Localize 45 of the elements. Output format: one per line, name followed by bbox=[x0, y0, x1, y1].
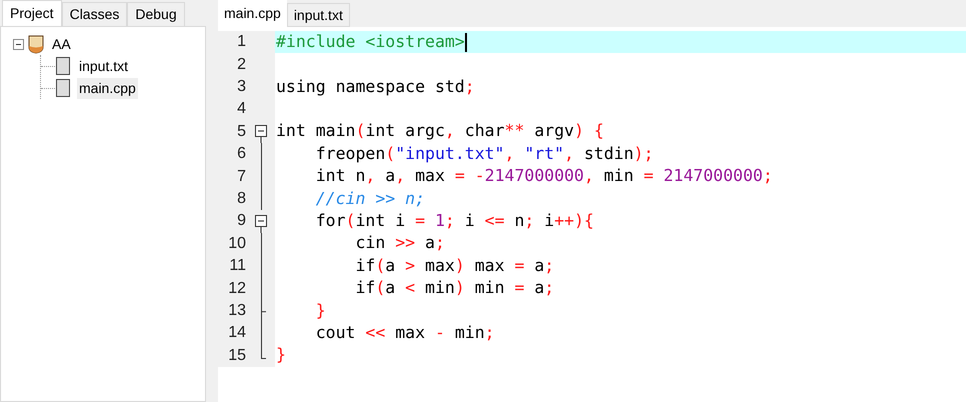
fold-end-icon bbox=[260, 300, 266, 322]
code-editor[interactable] bbox=[218, 27, 966, 402]
code-line: using namespace std; bbox=[276, 76, 475, 98]
code-line: } bbox=[276, 344, 286, 366]
code-line: //cin >> n; bbox=[314, 188, 426, 210]
file-icon bbox=[55, 56, 71, 76]
line-number: 5 bbox=[236, 122, 246, 142]
line-number: 3 bbox=[236, 76, 246, 97]
code-line: for(int i = 1; i <= n; i++){ bbox=[314, 210, 594, 232]
line-number: 13 bbox=[227, 300, 246, 321]
line-number: 2 bbox=[236, 54, 246, 75]
line-number: 8 bbox=[236, 188, 246, 209]
tree-item[interactable]: main.cpp bbox=[77, 78, 138, 98]
collapse-icon[interactable] bbox=[13, 38, 24, 50]
line-number: 6 bbox=[236, 144, 246, 164]
code-line: cin >> a; bbox=[354, 232, 445, 254]
code-line: if(a < min) min = a; bbox=[354, 277, 554, 300]
code-line: int n, a, max = -2147000000, min = 2147000000; bbox=[314, 165, 773, 188]
line-number: 15 bbox=[227, 346, 246, 366]
code-line: cout << max - min; bbox=[314, 322, 495, 344]
editor-tab[interactable]: input.txt bbox=[286, 3, 350, 27]
editor-tab[interactable]: main.cpp bbox=[218, 0, 287, 27]
project-icon bbox=[26, 34, 46, 54]
tree-item[interactable]: AA bbox=[50, 34, 73, 54]
fold-end-icon bbox=[260, 344, 266, 360]
line-number: 14 bbox=[227, 323, 246, 344]
line-number: 1 bbox=[236, 32, 246, 52]
sidebar-tab[interactable]: Project bbox=[2, 0, 62, 26]
text-cursor bbox=[464, 32, 467, 52]
code-line: } bbox=[314, 300, 326, 322]
code-line: if(a > max) max = a; bbox=[354, 254, 554, 277]
sidebar-tab[interactable]: Debug bbox=[127, 2, 185, 26]
sidebar-tab[interactable]: Classes bbox=[62, 2, 128, 26]
line-number: 10 bbox=[227, 234, 246, 254]
code-line: #include <iostream> bbox=[276, 30, 465, 53]
tree-item[interactable]: input.txt bbox=[77, 56, 130, 76]
line-number: 11 bbox=[228, 256, 246, 276]
file-icon bbox=[55, 78, 71, 98]
line-number: 4 bbox=[236, 99, 246, 120]
code-line: int main(int argc, char** argv) { bbox=[276, 120, 604, 142]
line-number: 9 bbox=[236, 211, 246, 232]
line-number: 7 bbox=[236, 166, 246, 187]
code-line: freopen("input.txt", "rt", stdin); bbox=[314, 142, 654, 165]
line-number: 12 bbox=[227, 278, 246, 298]
fold-line bbox=[260, 322, 262, 344]
